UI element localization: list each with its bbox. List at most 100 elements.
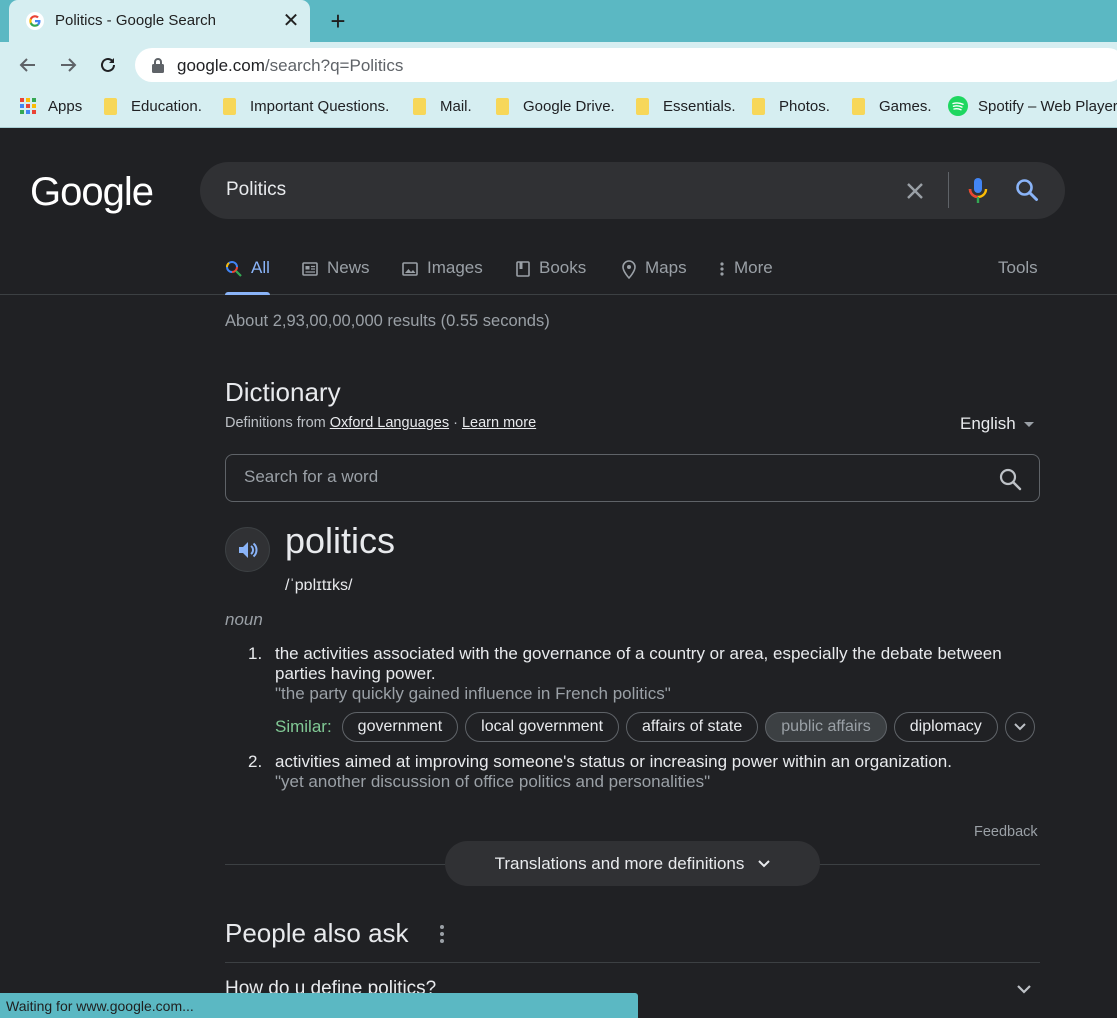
- dictionary-source: Definitions from Oxford Languages · Lear…: [225, 415, 536, 431]
- expand-similar-button[interactable]: [1004, 712, 1035, 742]
- lock-icon[interactable]: [151, 57, 165, 73]
- clear-icon[interactable]: [902, 178, 928, 204]
- folder-icon: [496, 97, 509, 115]
- bookmark-label: Mail.: [440, 97, 472, 115]
- bookmark-label: Essentials.: [663, 97, 736, 115]
- bookmark-education[interactable]: Education.: [104, 88, 202, 124]
- word-search-input[interactable]: [244, 467, 984, 487]
- language-select[interactable]: English: [960, 414, 1034, 434]
- definition-number: 2.: [248, 752, 263, 771]
- tools-button[interactable]: Tools: [998, 258, 1038, 278]
- definition-example: "yet another discussion of office politi…: [275, 772, 711, 791]
- bookmark-spotify[interactable]: Spotify – Web Player: [948, 88, 1117, 124]
- headword: politics: [285, 520, 396, 561]
- address-bar[interactable]: google.com/search?q=Politics: [135, 48, 1117, 82]
- map-pin-icon: [622, 260, 636, 280]
- similar-chip[interactable]: public affairs: [765, 712, 887, 742]
- language-label: English: [960, 414, 1016, 433]
- browser-toolbar: google.com/search?q=Politics: [0, 42, 1117, 88]
- tab-all[interactable]: All: [225, 258, 270, 295]
- multicolor-search-icon: [226, 261, 242, 277]
- kebab-menu-icon[interactable]: [436, 923, 448, 945]
- tab-more[interactable]: More: [718, 258, 773, 294]
- translations-button[interactable]: Translations and more definitions: [445, 841, 820, 886]
- url-text: google.com/search?q=Politics: [177, 56, 403, 76]
- bookmark-essentials[interactable]: Essentials.: [636, 88, 736, 124]
- tab-images[interactable]: Images: [401, 258, 483, 294]
- chevron-down-icon: [1014, 723, 1026, 731]
- search-input[interactable]: Politics: [226, 179, 286, 201]
- spotify-icon: [948, 96, 968, 116]
- bookmark-label: Photos.: [779, 97, 830, 115]
- bookmarks-bar: Apps Education. Important Questions. Mai…: [0, 88, 1117, 128]
- bookmark-mail[interactable]: Mail.: [413, 88, 472, 124]
- bookmark-important-questions[interactable]: Important Questions.: [223, 88, 389, 124]
- learn-more-link[interactable]: Learn more: [462, 415, 536, 431]
- search-icon[interactable]: [1014, 177, 1040, 203]
- status-bar: Waiting for www.google.com...: [0, 993, 638, 1018]
- similar-chip[interactable]: government: [341, 712, 459, 742]
- tab-label: Images: [427, 258, 483, 277]
- results-count: About 2,93,00,00,000 results (0.55 secon…: [225, 312, 550, 330]
- browser-tab[interactable]: Politics - Google Search ✕: [9, 0, 310, 42]
- folder-icon: [752, 97, 765, 115]
- chevron-down-icon: [758, 859, 771, 867]
- microphone-icon[interactable]: [967, 176, 989, 206]
- caret-down-icon: [1023, 421, 1034, 427]
- chevron-down-icon[interactable]: [1013, 978, 1035, 1000]
- definition-text: the activities associated with the gover…: [275, 644, 1002, 683]
- reload-button[interactable]: [93, 50, 123, 80]
- tab-strip: Politics - Google Search ✕ +: [0, 0, 1117, 42]
- google-favicon-icon: [26, 12, 44, 30]
- similar-chip[interactable]: affairs of state: [626, 712, 759, 742]
- url-path: /search?q=Politics: [264, 56, 404, 75]
- search-tabs: All News Images Books Maps More Tools: [0, 240, 1117, 295]
- arrow-right-icon: [61, 58, 77, 72]
- feedback-link[interactable]: Feedback: [974, 824, 1038, 840]
- tab-maps[interactable]: Maps: [621, 258, 687, 294]
- people-also-ask-title: People also ask: [225, 918, 409, 948]
- tab-label: More: [734, 258, 773, 277]
- dictionary-title: Dictionary: [225, 377, 341, 407]
- folder-icon: [104, 97, 117, 115]
- tab-title: Politics - Google Search: [55, 12, 216, 29]
- tab-books[interactable]: Books: [515, 258, 586, 294]
- bookmark-label: Education.: [131, 97, 202, 115]
- speaker-icon: [238, 541, 257, 558]
- divider: [225, 962, 1040, 963]
- back-button[interactable]: [13, 50, 43, 80]
- folder-icon: [413, 97, 426, 115]
- bookmark-google-drive[interactable]: Google Drive.: [496, 88, 615, 124]
- kebab-menu-icon: [720, 262, 724, 276]
- pronunciation-button[interactable]: [225, 527, 270, 572]
- similar-chip[interactable]: local government: [465, 712, 620, 742]
- oxford-languages-link[interactable]: Oxford Languages: [330, 415, 449, 431]
- similar-label: Similar:: [275, 717, 332, 736]
- folder-icon: [636, 97, 649, 115]
- google-logo[interactable]: Google: [30, 170, 154, 215]
- similar-chip[interactable]: diplomacy: [893, 712, 998, 742]
- close-tab-icon[interactable]: ✕: [280, 10, 302, 32]
- definition-text: activities aimed at improving someone's …: [275, 752, 952, 771]
- bookmark-games[interactable]: Games.: [852, 88, 932, 124]
- definition-body: activities aimed at improving someone's …: [275, 752, 1035, 792]
- tab-label: Maps: [645, 258, 687, 277]
- image-icon: [402, 262, 418, 276]
- new-tab-button[interactable]: +: [323, 7, 353, 35]
- url-host: google.com: [177, 56, 265, 75]
- arrow-left-icon: [19, 58, 35, 72]
- apps-grid-icon: [20, 98, 36, 114]
- similar-words: Similar: government local government aff…: [275, 712, 1035, 742]
- word-search-box[interactable]: [225, 454, 1040, 502]
- search-icon[interactable]: [998, 467, 1022, 491]
- bookmark-label: Spotify – Web Player: [978, 97, 1117, 115]
- bookmark-apps[interactable]: Apps: [20, 88, 82, 124]
- book-icon: [516, 261, 530, 277]
- folder-icon: [852, 97, 865, 115]
- bookmark-photos[interactable]: Photos.: [752, 88, 830, 124]
- forward-button[interactable]: [53, 50, 83, 80]
- divider: [948, 172, 949, 208]
- folder-icon: [223, 97, 236, 115]
- search-box[interactable]: Politics: [200, 162, 1065, 219]
- tab-news[interactable]: News: [301, 258, 370, 294]
